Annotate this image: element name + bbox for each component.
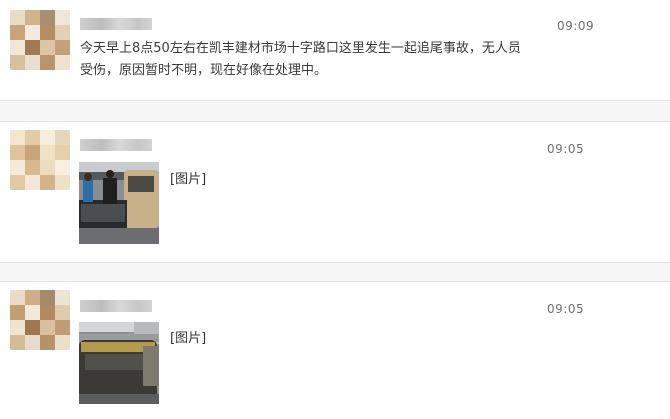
sender-name-blurred <box>80 300 152 312</box>
avatar[interactable] <box>10 10 70 70</box>
chat-message-1: 09:09 今天早上8点50左右在凯丰建材市场十字路口这里发生一起追尾事故，无人… <box>0 0 670 100</box>
message-text: 今天早上8点50左右在凯丰建材市场十字路口这里发生一起追尾事故，无人员 受伤，原… <box>80 38 560 82</box>
accident-photo-1[interactable] <box>79 162 159 244</box>
image-placeholder-label: [图片] <box>170 172 207 187</box>
message-time: 09:09 <box>557 19 595 33</box>
avatar[interactable] <box>10 290 70 350</box>
sender-name-blurred <box>80 139 152 151</box>
message-time: 09:05 <box>547 302 585 316</box>
message-text-line-2: 受伤，原因暂时不明，现在好像在处理中。 <box>80 63 328 78</box>
message-time: 09:05 <box>547 142 585 156</box>
chat-message-2: 09:05 [图片] <box>0 122 670 262</box>
separator-band <box>0 263 670 281</box>
accident-photo-image <box>79 322 159 404</box>
separator-band <box>0 101 670 121</box>
sender-name-blurred <box>80 18 152 30</box>
message-text-line-1: 今天早上8点50左右在凯丰建材市场十字路口这里发生一起追尾事故，无人员 <box>80 41 521 56</box>
chat-message-3: 09:05 [图片] <box>0 282 670 419</box>
image-placeholder-label: [图片] <box>170 331 207 346</box>
accident-photo-2[interactable] <box>79 322 159 404</box>
avatar[interactable] <box>10 130 70 190</box>
accident-photo-image <box>79 162 159 244</box>
